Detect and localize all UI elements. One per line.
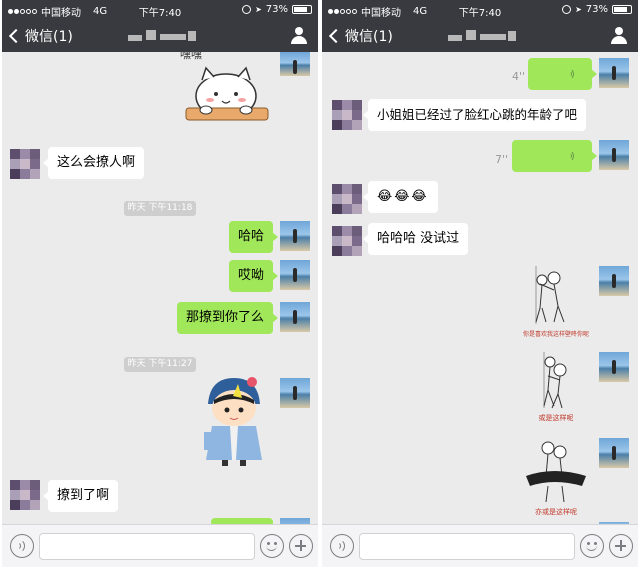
message-bubble[interactable]: 小姐姐已经过了脸红心跳的年龄了吧 xyxy=(362,99,587,131)
status-bar: 中国移动 4G 下午7:40 ➤ 73% xyxy=(2,0,318,20)
voice-message[interactable] xyxy=(528,58,597,90)
chat-title-obscured xyxy=(122,28,202,44)
profile-icon[interactable] xyxy=(290,27,308,45)
battery-percent: 73% xyxy=(585,4,608,15)
status-bar: 中国移动 4G 下午7:40 ➤ 73% xyxy=(322,0,638,20)
voice-wave-icon xyxy=(568,68,580,80)
self-avatar[interactable] xyxy=(280,221,310,251)
chat-screen-right: 中国移动 4G 下午7:40 ➤ 73% 微信(1) 4'' 小姐姐已经过了脸红… xyxy=(322,0,638,567)
timestamp-separator: 昨天 下午11:27 xyxy=(2,351,318,372)
message-bubble[interactable]: 那撩到你了么 xyxy=(176,302,279,334)
cat-sticker: 嘿嘿 xyxy=(180,52,272,130)
voice-icon[interactable] xyxy=(10,534,34,558)
message-bubble[interactable]: 哈哈哈 没试过 xyxy=(362,223,469,255)
chat-screen-left: 中国移动 4G 下午7:40 ➤ 73% 微信(1) 嘿嘿 这么会撩人啊 昨天 … xyxy=(2,0,318,567)
emoji-icon[interactable] xyxy=(260,534,284,558)
sticker-caption: 或是这样呢 xyxy=(539,413,574,422)
nav-bar: 微信(1) xyxy=(322,20,638,52)
message-bubble[interactable]: 撩到了啊 xyxy=(42,480,119,512)
battery-icon xyxy=(612,5,632,14)
voice-duration: 4'' xyxy=(512,70,526,83)
chat-area[interactable]: 4'' 小姐姐已经过了脸红心跳的年龄了吧 7'' 😂😂😂 哈哈哈 没试过 你是喜… xyxy=(322,52,638,524)
self-avatar[interactable] xyxy=(599,140,629,170)
chevron-left-icon xyxy=(8,28,24,44)
back-button[interactable]: 微信(1) xyxy=(8,26,73,46)
chat-area[interactable]: 嘿嘿 这么会撩人啊 昨天 下午11:18 哈哈 哎呦 那撩到你了么 昨天 下午1… xyxy=(2,52,318,524)
battery-percent: 73% xyxy=(265,4,288,15)
rotation-lock-icon xyxy=(242,5,252,14)
profile-icon[interactable] xyxy=(610,27,628,45)
input-bar xyxy=(2,524,318,567)
self-avatar[interactable] xyxy=(599,266,629,296)
battery-icon xyxy=(292,5,312,14)
timestamp-separator: 昨天 下午11:18 xyxy=(2,195,318,216)
voice-duration: 7'' xyxy=(495,153,509,166)
contact-avatar[interactable] xyxy=(10,149,40,179)
chevron-left-icon xyxy=(328,28,344,44)
self-avatar[interactable] xyxy=(599,438,629,468)
back-button[interactable]: 微信(1) xyxy=(328,26,393,46)
emoji-message[interactable]: 😂😂😂 xyxy=(363,181,438,213)
plus-icon[interactable] xyxy=(289,534,313,558)
message-input[interactable] xyxy=(39,533,255,560)
self-avatar[interactable] xyxy=(280,260,310,290)
voice-message[interactable] xyxy=(512,140,597,172)
plus-icon[interactable] xyxy=(609,534,633,558)
self-avatar[interactable] xyxy=(280,302,310,332)
self-avatar[interactable] xyxy=(599,352,629,382)
comic-sticker: 亦或是这样呢 xyxy=(518,436,594,520)
contact-avatar[interactable] xyxy=(332,184,362,214)
voice-wave-icon xyxy=(568,150,580,162)
self-avatar[interactable] xyxy=(599,58,629,88)
rotation-lock-icon xyxy=(562,5,572,14)
message-input[interactable] xyxy=(359,533,575,560)
emoji-icon[interactable] xyxy=(580,534,604,558)
sticker-caption: 亦或是这样呢 xyxy=(535,507,577,516)
self-avatar[interactable] xyxy=(280,52,310,76)
contact-avatar[interactable] xyxy=(10,480,40,510)
girl-sticker xyxy=(200,374,268,468)
sticker-caption: 你是喜欢我这样壁咚你呢 xyxy=(523,330,589,338)
input-bar xyxy=(322,524,638,567)
comic-sticker: 或是这样呢 xyxy=(518,350,594,426)
voice-icon[interactable] xyxy=(330,534,354,558)
chat-title-obscured xyxy=(442,28,522,44)
message-bubble[interactable]: 这么会撩人啊 xyxy=(42,147,145,179)
self-avatar[interactable] xyxy=(280,378,310,408)
contact-avatar[interactable] xyxy=(332,226,362,256)
contact-avatar[interactable] xyxy=(332,100,362,130)
message-bubble[interactable]: 哎呦 xyxy=(228,260,279,292)
message-bubble[interactable]: 哈哈 xyxy=(228,221,279,253)
nav-bar: 微信(1) xyxy=(2,20,318,52)
back-label: 微信(1) xyxy=(345,29,393,45)
back-label: 微信(1) xyxy=(25,29,73,45)
location-arrow-icon: ➤ xyxy=(255,5,262,14)
sticker-text: 嘿嘿 xyxy=(180,52,202,61)
comic-sticker: 你是喜欢我这样壁咚你呢 xyxy=(518,264,594,340)
location-arrow-icon: ➤ xyxy=(575,5,582,14)
